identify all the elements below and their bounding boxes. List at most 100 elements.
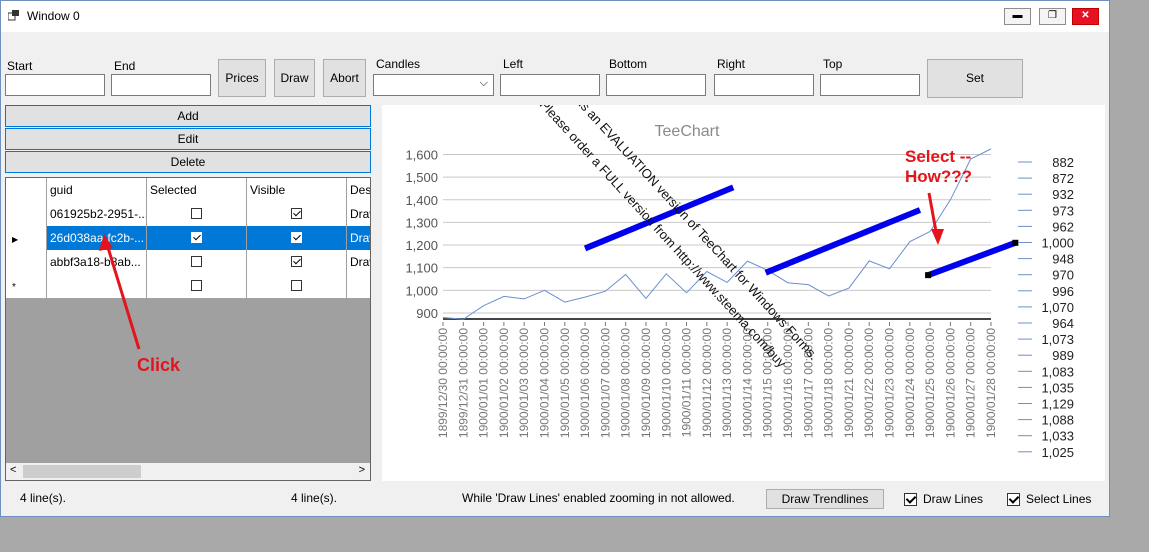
chart-title: TeeChart <box>655 123 720 140</box>
row-header[interactable]: ▶ <box>6 226 47 251</box>
draw-lines-label[interactable]: Draw Lines <box>923 492 983 506</box>
window-icon <box>8 10 19 21</box>
select-lines-label[interactable]: Select Lines <box>1026 492 1091 506</box>
column-header-visible[interactable]: Visible <box>247 178 347 203</box>
visible-cell[interactable] <box>247 226 347 251</box>
selected-checkbox[interactable] <box>191 256 202 267</box>
x-tick-label: 1900/01/27 00:00:00 <box>964 328 978 438</box>
column-header-selected[interactable]: Selected <box>147 178 247 203</box>
legend-item: 948 <box>1052 252 1074 267</box>
table-row-selected[interactable]: ▶ 26d038aa-fc2b-... Draw <box>6 226 370 251</box>
select-annotation-2: How??? <box>905 167 973 186</box>
legend-item: 1,073 <box>1041 332 1074 347</box>
right-label: Right <box>717 57 746 71</box>
y-tick-label: 1,000 <box>405 283 438 298</box>
bottom-input[interactable] <box>606 74 706 96</box>
x-tick-label: 1900/01/05 00:00:00 <box>558 328 572 438</box>
start-input[interactable] <box>5 74 105 96</box>
legend-item: 1,035 <box>1041 380 1074 395</box>
trendline-handle <box>1012 239 1019 246</box>
x-tick-label: 1900/01/18 00:00:00 <box>822 328 836 438</box>
row-header[interactable] <box>6 250 47 275</box>
maximize-button[interactable]: ❐ <box>1039 8 1066 25</box>
row-header[interactable]: * <box>6 274 47 299</box>
x-tick-label: 1900/01/26 00:00:00 <box>943 328 957 438</box>
select-annotation-1: Select -- <box>905 147 972 166</box>
description-cell[interactable]: Draw <box>347 202 370 227</box>
x-tick-label: 1900/01/13 00:00:00 <box>720 328 734 438</box>
scroll-right-icon[interactable]: > <box>359 464 365 476</box>
x-tick-label: 1900/01/28 00:00:00 <box>984 328 998 438</box>
visible-checkbox[interactable] <box>291 256 302 267</box>
selected-cell[interactable] <box>147 250 247 275</box>
visible-checkbox[interactable] <box>291 232 302 243</box>
trendline <box>927 239 1017 278</box>
y-tick-label: 900 <box>416 306 438 321</box>
x-tick-label: 1900/01/21 00:00:00 <box>842 328 856 438</box>
title-bar[interactable]: Window 0 ▬ ❐ ✕ <box>1 1 1109 32</box>
guid-cell[interactable]: 26d038aa-fc2b-... <box>47 226 147 251</box>
prices-button[interactable]: Prices <box>218 59 266 97</box>
description-cell[interactable]: Draw <box>347 226 370 251</box>
evaluation-watermark-1: is an EVALUATION version of TeeChart for… <box>576 105 821 363</box>
visible-checkbox[interactable] <box>291 280 302 291</box>
lines-grid[interactable]: guid Selected Visible Des 061925b2-2951-… <box>5 177 371 481</box>
delete-button[interactable]: Delete <box>5 151 371 173</box>
candles-select[interactable]: ⌵ <box>373 74 494 96</box>
x-tick-label: 1899/12/31 00:00:00 <box>456 328 470 438</box>
visible-cell[interactable] <box>247 202 347 227</box>
draw-button[interactable]: Draw <box>274 59 315 97</box>
new-row[interactable]: * <box>6 274 370 299</box>
selected-cell[interactable] <box>147 202 247 227</box>
edit-button[interactable]: Edit <box>5 128 371 150</box>
trendline <box>764 207 922 276</box>
selected-cell[interactable] <box>147 226 247 251</box>
horizontal-scrollbar[interactable]: < > <box>6 463 370 480</box>
x-tick-label: 1900/01/06 00:00:00 <box>578 328 592 438</box>
guid-cell[interactable]: 061925b2-2951-... <box>47 202 147 227</box>
left-input[interactable] <box>500 74 600 96</box>
selected-checkbox[interactable] <box>191 232 202 243</box>
table-row[interactable]: abbf3a18-b8ab... Draw <box>6 250 370 275</box>
chart-svg[interactable]: TeeChart 900 1,000 1,100 1,200 1,300 1,400 1,50… <box>382 97 1105 481</box>
row-header[interactable] <box>6 202 47 227</box>
scroll-thumb[interactable] <box>23 465 141 478</box>
right-input[interactable] <box>714 74 814 96</box>
draw-lines-checkbox[interactable] <box>904 493 917 506</box>
close-button[interactable]: ✕ <box>1072 8 1099 25</box>
guid-cell[interactable] <box>47 274 147 299</box>
description-cell[interactable]: Draw <box>347 250 370 275</box>
add-button[interactable]: Add <box>5 105 371 127</box>
abort-button[interactable]: Abort <box>323 59 366 97</box>
grid-corner[interactable] <box>6 178 47 203</box>
visible-checkbox[interactable] <box>291 208 302 219</box>
column-header-description[interactable]: Des <box>347 178 370 203</box>
teechart-panel[interactable]: TeeChart 900 1,000 1,100 1,200 1,300 1,400 1,50… <box>382 97 1105 481</box>
selected-checkbox[interactable] <box>191 280 202 291</box>
visible-cell[interactable] <box>247 274 347 299</box>
top-input[interactable] <box>820 74 920 96</box>
legend-item: 1,000 <box>1041 236 1074 251</box>
zoom-warning: While 'Draw Lines' enabled zooming in no… <box>462 491 735 505</box>
scroll-left-icon[interactable]: < <box>10 464 16 476</box>
trendline-handle <box>925 272 932 279</box>
selected-cell[interactable] <box>147 274 247 299</box>
line-count-mid: 4 line(s). <box>291 491 338 505</box>
visible-cell[interactable] <box>247 250 347 275</box>
legend-item: 989 <box>1052 348 1074 363</box>
selected-checkbox[interactable] <box>191 208 202 219</box>
draw-trendlines-button[interactable]: Draw Trendlines <box>766 489 884 509</box>
legend-item: 1,070 <box>1041 300 1074 315</box>
description-cell[interactable] <box>347 274 370 299</box>
set-button[interactable]: Set <box>927 59 1023 98</box>
select-lines-checkbox[interactable] <box>1007 493 1020 506</box>
y-tick-label: 1,200 <box>405 238 438 253</box>
minimize-button[interactable]: ▬ <box>1004 8 1031 25</box>
legend-item: 872 <box>1052 171 1074 186</box>
column-header-guid[interactable]: guid <box>47 178 147 203</box>
table-row[interactable]: 061925b2-2951-... Draw <box>6 202 370 227</box>
guid-cell[interactable]: abbf3a18-b8ab... <box>47 250 147 275</box>
end-input[interactable] <box>111 74 211 96</box>
x-tick-label: 1900/01/07 00:00:00 <box>598 328 612 438</box>
legend-item: 964 <box>1052 316 1074 331</box>
